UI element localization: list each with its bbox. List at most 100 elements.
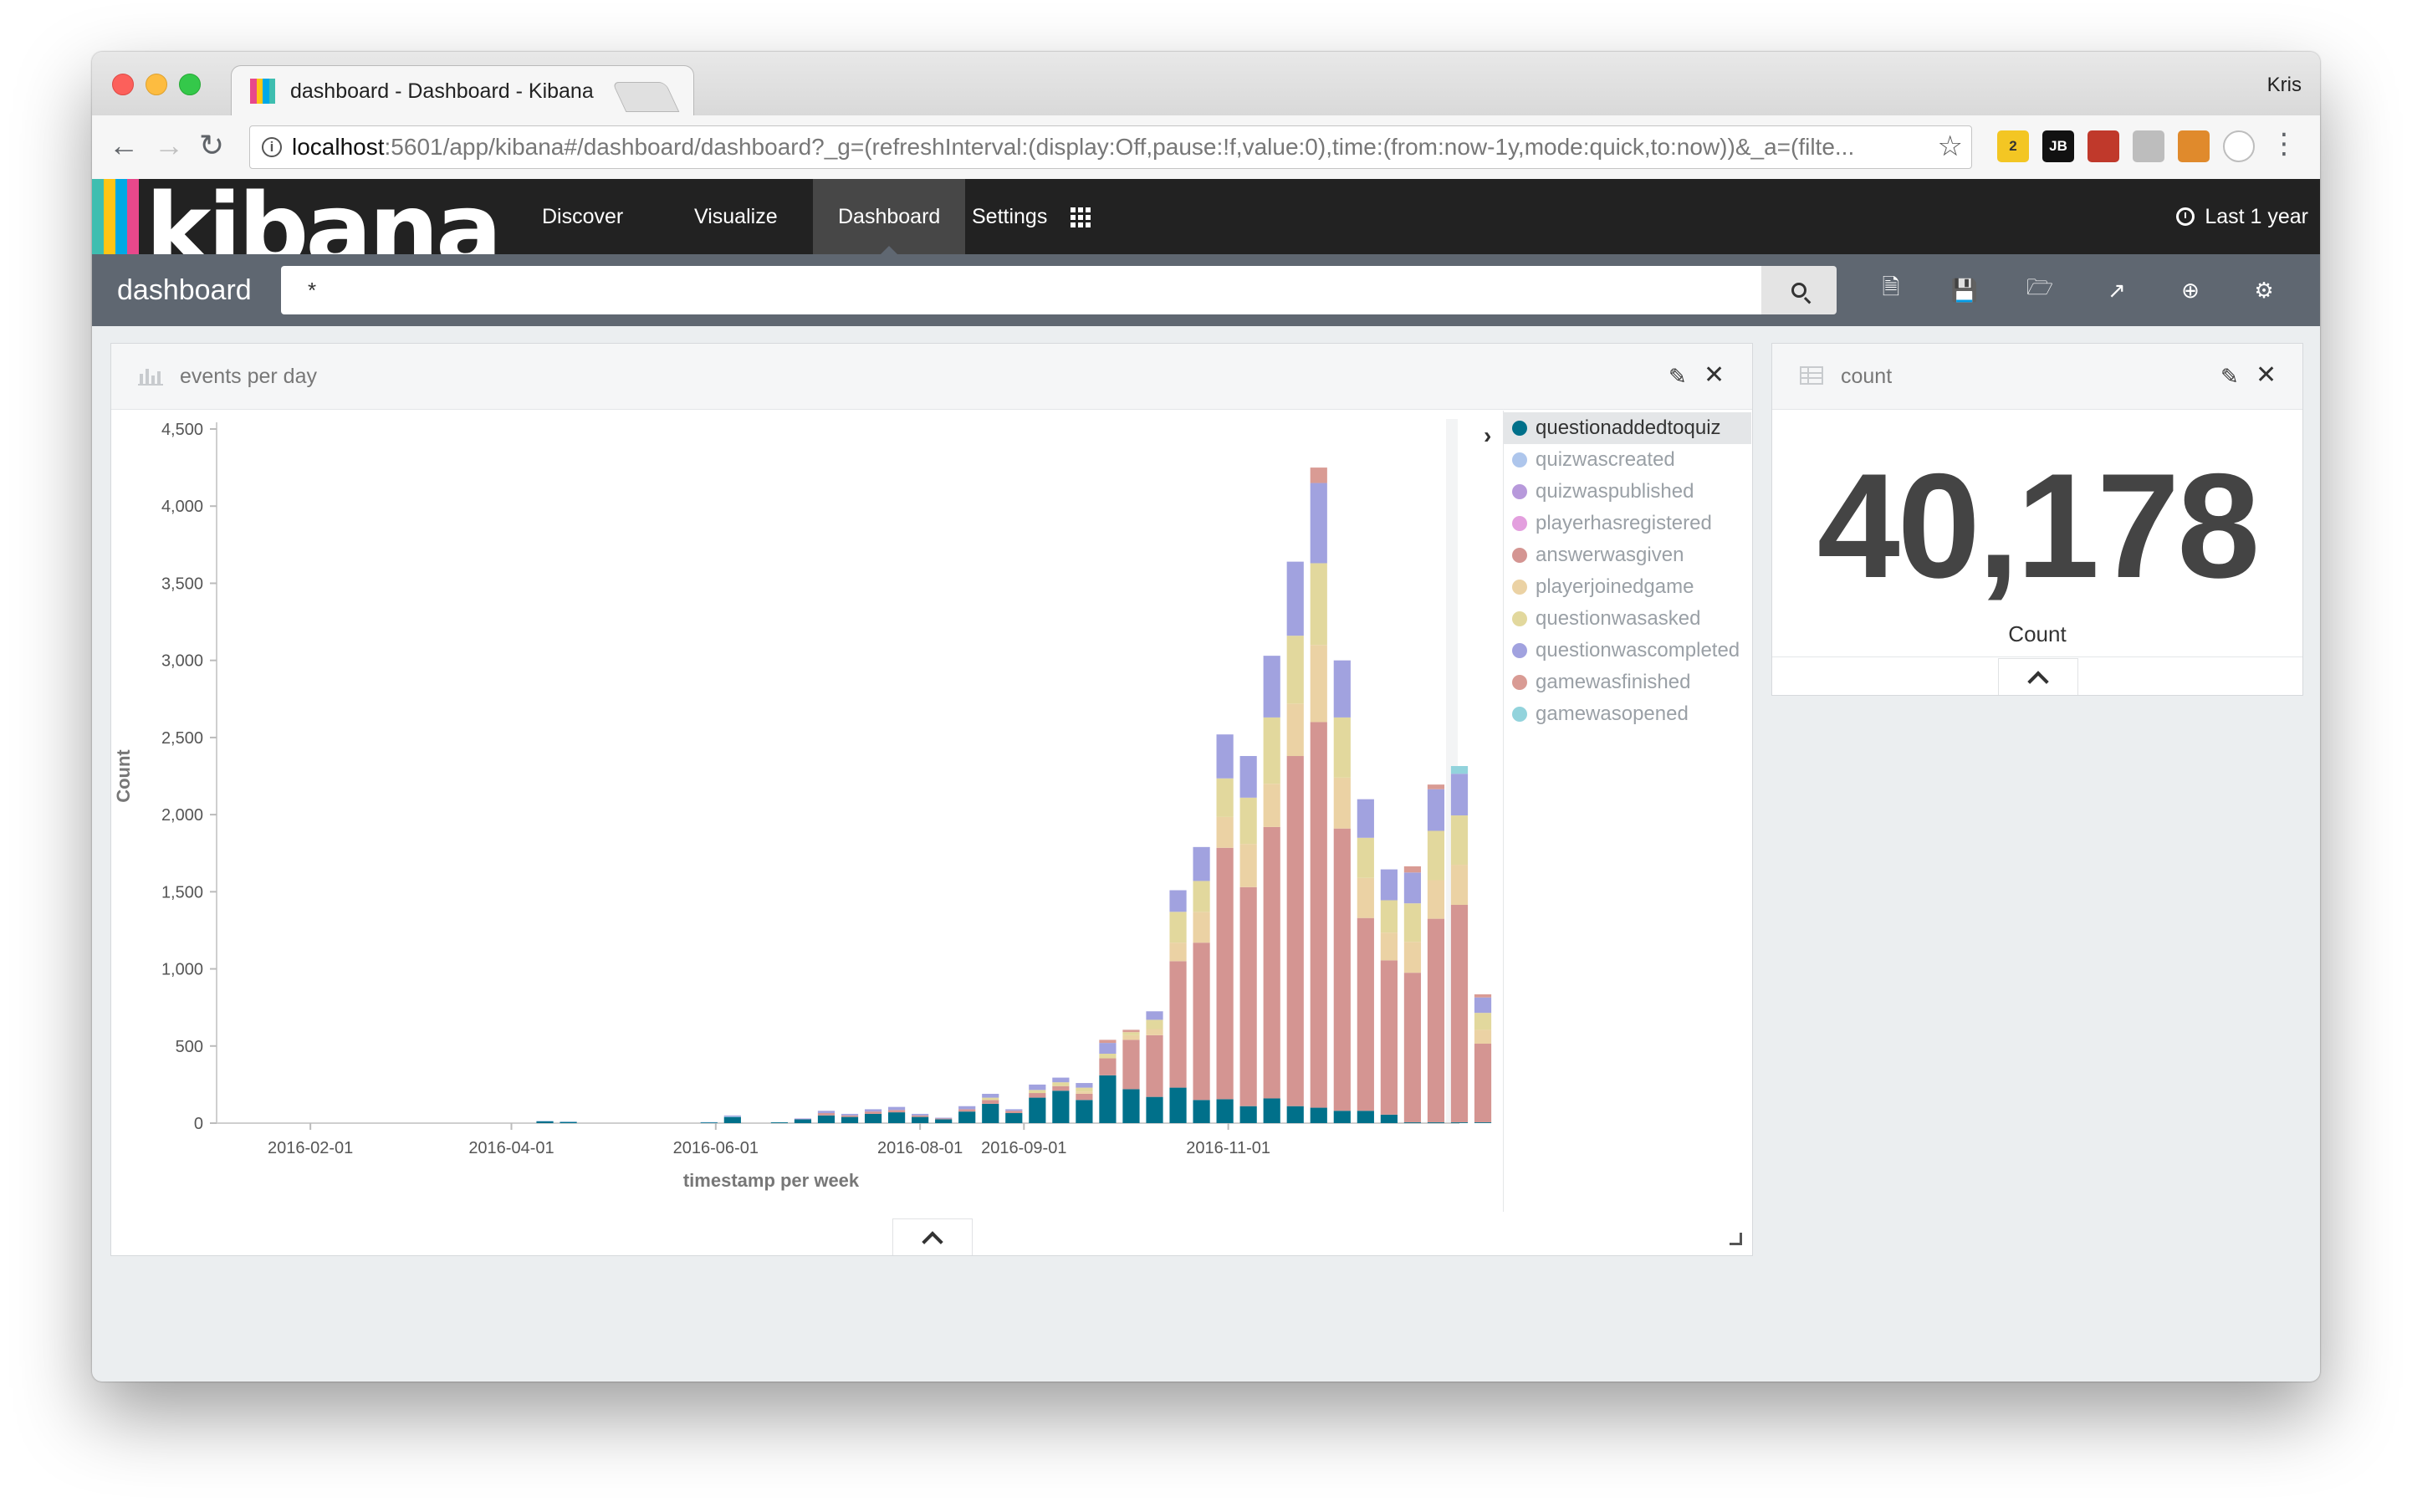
collapse-panel-toggle[interactable] — [892, 1218, 973, 1255]
nav-discover[interactable]: Discover — [517, 179, 648, 254]
bar-segment-questionwasasked — [1380, 900, 1398, 933]
timepicker[interactable]: Last 1 year — [2176, 179, 2308, 254]
x-tick-label: 2016-06-01 — [673, 1139, 759, 1157]
resize-handle-icon[interactable] — [1730, 1233, 1742, 1245]
x-tick-label: 2016-09-01 — [981, 1139, 1066, 1157]
legend-color-dot-icon — [1512, 707, 1527, 722]
metric-value: 40,178 — [1817, 442, 2260, 609]
share-icon[interactable]: ↗ — [2101, 274, 2133, 306]
forward-arrow-icon[interactable]: → — [154, 129, 184, 162]
legend-label: answerwasgiven — [1536, 544, 1684, 566]
legend-item-questionaddedtoquiz[interactable]: questionaddedtoquiz — [1504, 412, 1751, 444]
panel-header: count ✎ ✕ — [1772, 344, 2302, 410]
legend-item-quizwascreated[interactable]: quizwascreated — [1512, 444, 1755, 476]
apps-grid-icon[interactable] — [1071, 207, 1091, 227]
bar-segment-questionwasasked — [1052, 1082, 1070, 1086]
reload-icon[interactable]: ↻ — [199, 129, 224, 162]
bar-segment-questionwascompleted — [1146, 1011, 1163, 1020]
legend-item-quizwaspublished[interactable]: quizwaspublished — [1512, 476, 1755, 508]
legend-item-playerjoinedgame[interactable]: playerjoinedgame — [1512, 571, 1755, 603]
bar-segment-answerwasgiven — [1310, 722, 1327, 1108]
zoom-window-button[interactable] — [179, 74, 201, 95]
bar-segment-playerjoinedgame — [1286, 703, 1304, 757]
bar-segment-answerwasgiven — [935, 1118, 953, 1120]
new-dashboard-icon[interactable]: 🗎 — [1875, 274, 1907, 306]
extension-calendar-icon[interactable] — [2088, 130, 2119, 162]
legend-color-dot-icon — [1512, 643, 1527, 658]
bar-segment-questionwascompleted — [841, 1113, 859, 1116]
tab-title: dashboard - Dashboard - Kibana — [290, 79, 594, 103]
extension-basket-icon[interactable] — [2178, 130, 2210, 162]
extension-jb-icon[interactable]: JB — [2042, 130, 2074, 162]
options-gear-icon[interactable]: ⚙ — [2248, 274, 2280, 306]
back-arrow-icon[interactable]: ← — [109, 129, 139, 162]
remove-panel-icon[interactable]: ✕ — [1704, 360, 1725, 390]
bar-segment-questionwasasked — [1450, 815, 1469, 866]
add-panel-icon[interactable]: ⊕ — [2174, 274, 2206, 306]
profile-name[interactable]: Kris — [2267, 74, 2302, 97]
edit-pencil-icon[interactable]: ✎ — [1668, 364, 1687, 390]
bar-segment-answerwasgiven — [1474, 1044, 1492, 1123]
bar-segment-questionwascompleted — [1310, 483, 1327, 564]
bar-segment-questionwascompleted — [1216, 734, 1234, 779]
extension-circle-icon[interactable] — [2223, 130, 2255, 162]
bar-segment-questionwascompleted — [1076, 1083, 1093, 1088]
bar-segment-questionwasasked — [1239, 797, 1257, 845]
bar-segment-questionwascompleted — [1403, 872, 1422, 904]
bar-segment-questionwascompleted — [982, 1093, 999, 1098]
legend-item-answerwasgiven[interactable]: answerwasgiven — [1512, 539, 1755, 571]
star-icon[interactable]: ☆ — [1938, 130, 1963, 163]
bar-segment-questionwasasked — [982, 1097, 999, 1101]
collapse-panel-toggle[interactable] — [1998, 658, 2078, 695]
bar-segment-questionaddedtoquiz — [841, 1116, 859, 1123]
bar-segment-answerwasgiven — [1122, 1040, 1140, 1090]
legend-toggle-chevron-icon[interactable]: › — [1484, 422, 1491, 449]
dashboard-title: dashboard — [117, 274, 252, 306]
bar-segment-answerwasgiven — [1029, 1093, 1046, 1098]
bar-segment-quizwascreated — [723, 1116, 741, 1117]
bar-segment-questionaddedtoquiz — [1052, 1091, 1070, 1123]
open-icon[interactable]: 🗁 — [2024, 274, 2056, 306]
info-icon[interactable]: i — [262, 137, 282, 157]
minimize-window-button[interactable] — [146, 74, 167, 95]
bar-segment-questionwascompleted — [958, 1106, 976, 1110]
search-button[interactable] — [1761, 266, 1837, 314]
address-bar[interactable]: i localhost:5601/app/kibana#/dashboard/d… — [249, 125, 1972, 169]
bar-segment-questionaddedtoquiz — [1286, 1106, 1304, 1123]
bar-segment-playerjoinedgame — [1357, 877, 1374, 918]
bar-segment-questionwascompleted — [912, 1113, 929, 1116]
edit-pencil-icon[interactable]: ✎ — [2220, 364, 2239, 390]
legend-color-dot-icon — [1512, 516, 1527, 531]
menu-icon[interactable]: ⋮ — [2270, 127, 2298, 161]
legend-item-playerhasregistered[interactable]: playerhasregistered — [1512, 508, 1755, 539]
legend-item-gamewasopened[interactable]: gamewasopened — [1512, 698, 1755, 730]
legend-label: quizwaspublished — [1536, 480, 1694, 503]
logo-stripe — [92, 179, 104, 254]
bar-segment-questionaddedtoquiz — [1076, 1100, 1093, 1123]
remove-panel-icon[interactable]: ✕ — [2256, 360, 2277, 390]
bar-segment-playerjoinedgame — [1239, 844, 1257, 887]
y-axis-title: Count — [113, 749, 134, 803]
x-tick-label: 2016-08-01 — [877, 1139, 963, 1157]
bar-segment-questionaddedtoquiz — [1146, 1096, 1163, 1123]
nav-settings[interactable]: Settings — [947, 179, 1072, 254]
bar-segment-answerwasgiven — [1263, 826, 1280, 1099]
legend-item-questionwascompleted[interactable]: questionwascompleted — [1512, 635, 1755, 667]
legend-item-questionwasasked[interactable]: questionwasasked — [1512, 603, 1755, 635]
kibana-logo[interactable]: kibana — [92, 179, 499, 254]
nav-visualize[interactable]: Visualize — [669, 179, 803, 254]
bar-segment-questionwasasked — [1357, 837, 1374, 878]
extension-drive-icon[interactable] — [2133, 130, 2164, 162]
save-icon[interactable]: 💾 — [1949, 274, 1980, 306]
nav-dashboard[interactable]: Dashboard — [813, 179, 966, 254]
url-text[interactable]: localhost:5601/app/kibana#/dashboard/das… — [292, 134, 1931, 161]
bar-segment-gamewasfinished — [1122, 1029, 1140, 1033]
tab-strip: dashboard - Dashboard - Kibana × Kris — [92, 52, 2320, 116]
bar-segment-questionwasasked — [1169, 912, 1187, 943]
search-input[interactable]: * — [281, 266, 1761, 314]
legend-item-gamewasfinished[interactable]: gamewasfinished — [1512, 667, 1755, 698]
bar-segment-questionaddedtoquiz — [864, 1113, 882, 1123]
close-window-button[interactable] — [112, 74, 134, 95]
bar-segment-questionaddedtoquiz — [1216, 1099, 1234, 1123]
extension-badge-2-icon[interactable]: 2 — [1997, 130, 2029, 162]
